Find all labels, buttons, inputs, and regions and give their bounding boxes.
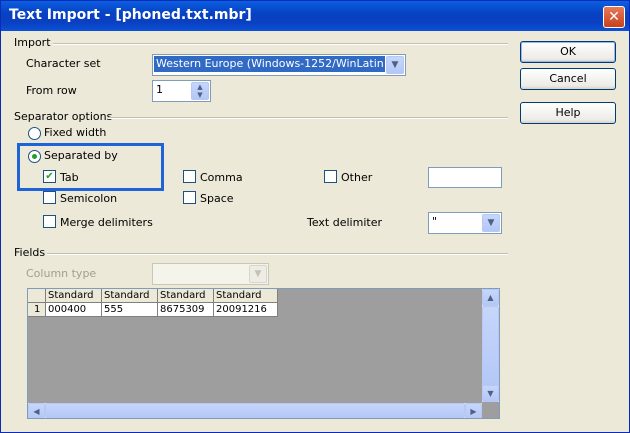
table-cell[interactable]: 8675309 bbox=[158, 303, 214, 317]
other-input[interactable] bbox=[428, 167, 502, 188]
vertical-scroll-thumb[interactable] bbox=[482, 306, 499, 387]
import-separator bbox=[53, 43, 508, 45]
vertical-scrollbar[interactable]: ▲ ▼ bbox=[482, 289, 499, 402]
scroll-up-icon[interactable]: ▲ bbox=[482, 289, 499, 306]
spin-arrows-icon[interactable]: ▲ ▼ bbox=[191, 82, 209, 100]
space-label[interactable]: Space bbox=[200, 192, 234, 205]
chevron-down-icon[interactable]: ▼ bbox=[249, 265, 267, 283]
help-button[interactable]: Help bbox=[520, 102, 616, 124]
separator-section-label: Separator options bbox=[14, 110, 113, 123]
fromrow-label: From row bbox=[26, 84, 77, 97]
import-section-label: Import bbox=[14, 36, 51, 49]
table-cell[interactable]: 000400 bbox=[46, 303, 102, 317]
row-number: 1 bbox=[28, 303, 46, 317]
annotation-highlight-box bbox=[17, 143, 164, 191]
title-bar[interactable]: Text Import - [phoned.txt.mbr] ✕ bbox=[1, 1, 629, 31]
column-type-select[interactable]: ▼ bbox=[152, 263, 269, 285]
text-import-dialog: Text Import - [phoned.txt.mbr] ✕ Import … bbox=[0, 0, 630, 433]
column-header[interactable]: Standard bbox=[158, 289, 214, 303]
scroll-down-icon[interactable]: ▼ bbox=[482, 385, 499, 402]
separator-line bbox=[108, 117, 508, 119]
merge-delimiters-label[interactable]: Merge delimiters bbox=[60, 216, 153, 229]
table-cell[interactable]: 20091216 bbox=[214, 303, 278, 317]
column-header[interactable]: Standard bbox=[102, 289, 158, 303]
horizontal-scrollbar[interactable]: ◀ ▶ bbox=[28, 403, 482, 418]
ok-button[interactable]: OK bbox=[520, 41, 616, 63]
cancel-button[interactable]: Cancel bbox=[520, 68, 616, 90]
fixed-width-radio[interactable] bbox=[28, 127, 41, 140]
chevron-down-icon[interactable]: ▼ bbox=[482, 214, 500, 232]
semicolon-label[interactable]: Semicolon bbox=[60, 192, 117, 205]
charset-value: Western Europe (Windows-1252/WinLatin 1) bbox=[154, 56, 385, 72]
fields-line bbox=[47, 253, 508, 255]
comma-checkbox[interactable] bbox=[183, 170, 196, 183]
column-header[interactable]: Standard bbox=[214, 289, 278, 303]
column-header[interactable]: Standard bbox=[46, 289, 102, 303]
text-delimiter-label: Text delimiter bbox=[307, 216, 382, 229]
scroll-right-icon[interactable]: ▶ bbox=[465, 403, 482, 418]
fields-section-label: Fields bbox=[14, 246, 46, 259]
table-cell[interactable]: 555 bbox=[102, 303, 158, 317]
semicolon-checkbox[interactable] bbox=[43, 191, 56, 204]
scroll-left-icon[interactable]: ◀ bbox=[28, 403, 45, 418]
close-icon[interactable]: ✕ bbox=[603, 6, 625, 28]
text-delimiter-value: " bbox=[432, 215, 438, 228]
other-label[interactable]: Other bbox=[341, 171, 372, 184]
fixed-width-label[interactable]: Fixed width bbox=[44, 126, 106, 139]
text-delimiter-select[interactable]: " ▼ bbox=[428, 212, 502, 234]
chevron-down-icon[interactable]: ▼ bbox=[386, 56, 404, 74]
charset-select[interactable]: Western Europe (Windows-1252/WinLatin 1)… bbox=[152, 54, 406, 76]
window-title: Text Import - [phoned.txt.mbr] bbox=[9, 7, 252, 23]
fromrow-spinner[interactable]: 1 ▲ ▼ bbox=[152, 80, 211, 102]
fromrow-value: 1 bbox=[156, 83, 163, 96]
merge-delimiters-checkbox[interactable] bbox=[43, 215, 56, 228]
comma-label[interactable]: Comma bbox=[200, 171, 243, 184]
grid-corner bbox=[28, 289, 46, 303]
space-checkbox[interactable] bbox=[183, 191, 196, 204]
other-checkbox[interactable] bbox=[324, 170, 337, 183]
fields-preview-grid[interactable]: Standard Standard Standard Standard 1 00… bbox=[27, 288, 500, 419]
column-type-label: Column type bbox=[26, 267, 97, 280]
horizontal-scroll-thumb[interactable] bbox=[45, 403, 465, 418]
charset-label: Character set bbox=[26, 57, 101, 70]
